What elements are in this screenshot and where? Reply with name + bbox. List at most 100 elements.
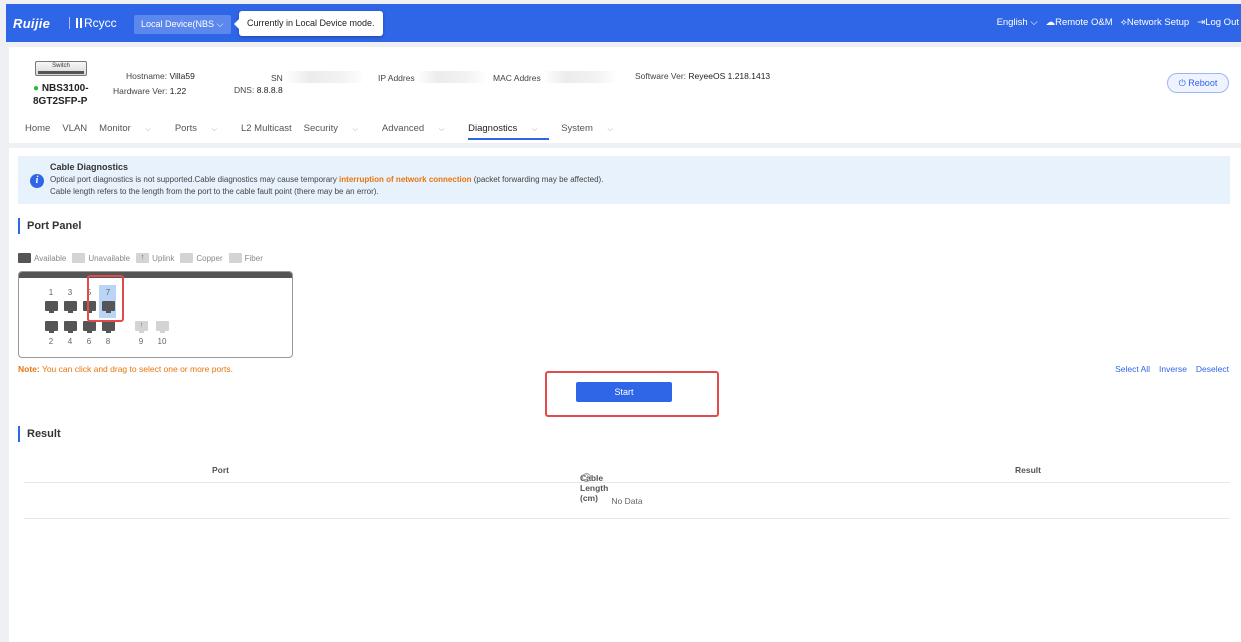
menu-diagnostics-label: Diagnostics bbox=[468, 123, 518, 134]
menu-l2-multicast[interactable]: L2 Multicast bbox=[241, 123, 292, 140]
port-number-8: 8 bbox=[105, 337, 111, 346]
model-line-1: NBS3100- bbox=[41, 83, 89, 94]
port-available-icon bbox=[18, 253, 31, 263]
help-icon[interactable]: ? bbox=[582, 473, 591, 482]
port-number-1: 1 bbox=[48, 288, 54, 297]
port-select-note: Note: You can click and drag to select o… bbox=[18, 364, 233, 374]
menu-security-label: Security bbox=[303, 123, 338, 134]
menu-ports-label: Ports bbox=[174, 123, 197, 134]
port-1[interactable] bbox=[45, 301, 58, 313]
legend-available: Available bbox=[18, 253, 66, 263]
network-setup-label: Network Setup bbox=[1126, 17, 1190, 28]
logout-label: Log Out bbox=[1205, 17, 1239, 28]
menu-home[interactable]: Home bbox=[25, 123, 50, 140]
ip-label: IP Addres bbox=[378, 73, 415, 83]
port-number-10: 10 bbox=[157, 337, 167, 346]
hardware-field: Hardware Ver: 1.22 bbox=[113, 86, 186, 96]
select-all-link[interactable]: Select All bbox=[1115, 364, 1150, 374]
brand-logo: Ruijie bbox=[13, 16, 51, 31]
logo-divider bbox=[69, 17, 70, 29]
switch-image: Switch bbox=[35, 61, 87, 76]
menu-system[interactable]: System ⌵ bbox=[561, 123, 625, 140]
hostname-field: Hostname: Villa59 bbox=[126, 71, 195, 81]
notice-title: Cable Diagnostics bbox=[50, 162, 129, 172]
logout-link[interactable]: ⇥Log Out bbox=[1197, 17, 1239, 28]
device-mode-select[interactable]: Local Device(NBS ⌵ bbox=[134, 15, 231, 34]
sn-field: SN bbox=[271, 71, 366, 83]
menu-monitor-label: Monitor bbox=[99, 123, 131, 134]
main-panel: i Cable Diagnostics Optical port diagnos… bbox=[9, 148, 1241, 642]
hardware-label: Hardware Ver: bbox=[113, 86, 168, 96]
panel-top-bar bbox=[19, 272, 292, 278]
port-uplink-icon: ↑ bbox=[136, 253, 150, 263]
remote-om-label: Remote O&M bbox=[1055, 17, 1113, 28]
port-3[interactable] bbox=[64, 301, 77, 313]
menu-diagnostics[interactable]: Diagnostics ⌵ bbox=[468, 123, 550, 140]
reboot-button[interactable]: ⏻ Reboot bbox=[1167, 73, 1229, 93]
brand-logo-secondary: Rcycc bbox=[76, 16, 117, 30]
mode-tooltip: Currently in Local Device mode. bbox=[234, 11, 383, 36]
port-9[interactable]: ↑ bbox=[135, 321, 148, 333]
dns-label: DNS: bbox=[234, 85, 255, 95]
online-status-dot: ● bbox=[33, 83, 42, 94]
remote-om-link[interactable]: ☁Remote O&M bbox=[1046, 17, 1113, 28]
hardware-value: 1.22 bbox=[169, 86, 187, 96]
note-text: You can click and drag to select one or … bbox=[39, 364, 233, 374]
menu-monitor[interactable]: Monitor ⌵ bbox=[99, 123, 163, 140]
legend-fiber-label: Fiber bbox=[244, 253, 263, 263]
legend-unavailable: Unavailable bbox=[72, 253, 130, 263]
dns-field: DNS: 8.8.8.8 bbox=[234, 85, 283, 95]
menu-ports[interactable]: Ports ⌵ bbox=[175, 123, 229, 140]
menu-security[interactable]: Security ⌵ bbox=[304, 123, 370, 140]
hostname-label: Hostname: bbox=[126, 71, 168, 81]
model-line-2: 8GT2SFP-P bbox=[33, 96, 88, 107]
software-field: Software Ver: ReyeeOS 1.218.1413 bbox=[635, 71, 770, 81]
legend-copper-label: Copper bbox=[196, 253, 223, 263]
port-panel-title: Port Panel bbox=[18, 218, 81, 234]
menu-vlan[interactable]: VLAN bbox=[62, 123, 87, 140]
start-button[interactable]: Start bbox=[576, 382, 672, 402]
port-copper-icon bbox=[180, 253, 194, 263]
menu-system-label: System bbox=[561, 123, 593, 134]
legend-unavailable-label: Unavailable bbox=[88, 253, 131, 263]
menu-advanced-label: Advanced bbox=[381, 123, 425, 134]
legend-copper: Copper bbox=[180, 253, 223, 263]
port-6[interactable] bbox=[83, 321, 96, 333]
ip-field: IP Addres bbox=[378, 71, 488, 83]
brand-mark-icon bbox=[76, 18, 82, 28]
port-10[interactable] bbox=[156, 321, 169, 333]
port-8[interactable] bbox=[102, 321, 115, 333]
legend-uplink-label: Uplink bbox=[152, 253, 175, 263]
notice-line-1-text: Optical port diagnostics is not supporte… bbox=[50, 175, 340, 184]
network-setup-link[interactable]: ⟡Network Setup bbox=[1121, 17, 1190, 28]
notice-line-1-end: (packet forwarding may be affected). bbox=[471, 175, 604, 184]
chevron-down-icon: ⌵ bbox=[1030, 17, 1038, 28]
info-notice: i Cable Diagnostics Optical port diagnos… bbox=[18, 156, 1230, 204]
chevron-down-icon: ⌵ bbox=[438, 126, 445, 133]
inverse-link[interactable]: Inverse bbox=[1159, 364, 1187, 374]
note-label: Note: bbox=[18, 364, 40, 374]
switch-port-panel: 1 3 5 7 ↑ 2 4 6 8 9 10 bbox=[18, 271, 293, 358]
language-label: English bbox=[996, 17, 1028, 28]
legend-available-label: Available bbox=[34, 253, 67, 263]
result-empty-row: No Data bbox=[24, 483, 1230, 519]
sn-label: SN bbox=[271, 73, 283, 83]
col-result: Result bbox=[1015, 465, 1041, 475]
device-mode-select-value: Local Device(NBS bbox=[141, 19, 215, 29]
language-select[interactable]: English ⌵ bbox=[997, 17, 1038, 28]
port-7-highlight-box bbox=[87, 275, 124, 322]
chevron-down-icon: ⌵ bbox=[352, 126, 358, 133]
legend-fiber: Fiber bbox=[228, 253, 263, 263]
port-2[interactable] bbox=[45, 321, 58, 333]
ip-redacted bbox=[417, 71, 488, 83]
menu-advanced[interactable]: Advanced ⌵ bbox=[382, 123, 456, 140]
deselect-link[interactable]: Deselect bbox=[1196, 364, 1229, 374]
sn-redacted bbox=[285, 71, 366, 83]
software-label: Software Ver: bbox=[635, 71, 687, 81]
brand-secondary-text: Rcycc bbox=[84, 16, 117, 30]
port-4[interactable] bbox=[64, 321, 77, 333]
device-model: ● NBS3100- 8GT2SFP-P bbox=[33, 82, 103, 108]
chevron-down-icon: ⌵ bbox=[211, 126, 217, 133]
top-bar: Ruijie Rcycc Local Device(NBS ⌵ Currentl… bbox=[6, 4, 1241, 42]
reboot-label: Reboot bbox=[1188, 78, 1218, 88]
